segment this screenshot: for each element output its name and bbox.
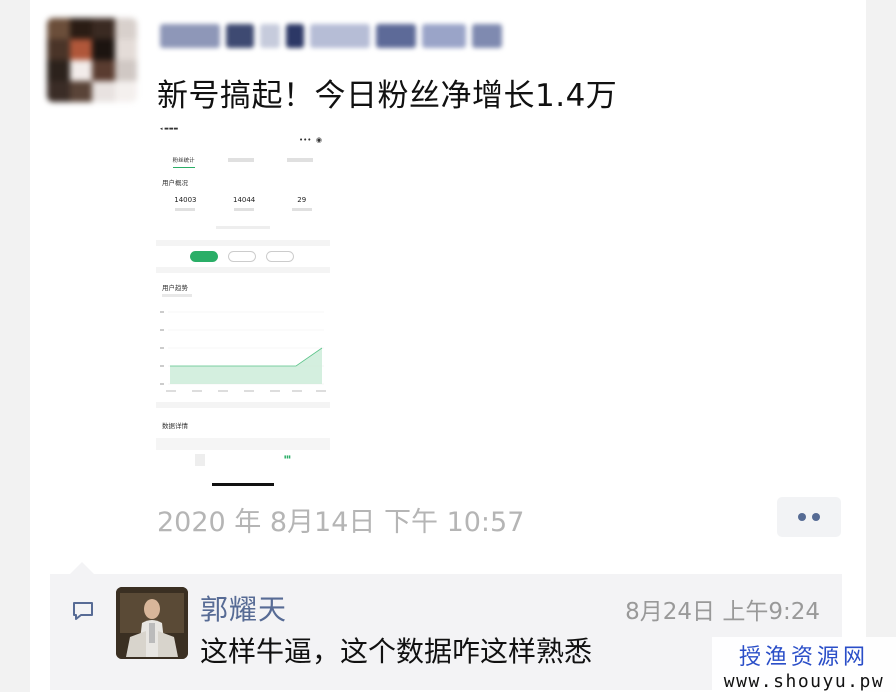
- shot-nav-item-placeholder: [195, 454, 206, 466]
- shot-pill: [266, 251, 294, 262]
- shot-tab-fans: 粉丝统计: [172, 156, 195, 168]
- shot-stat-value: 14003: [174, 196, 197, 204]
- shot-pill-active: [190, 251, 218, 262]
- commenter-name[interactable]: 郭耀天: [200, 588, 287, 628]
- shot-nav-chart-icon: ▮▮▮: [284, 454, 291, 459]
- commenter-avatar[interactable]: [116, 587, 188, 659]
- shot-trend-filter-placeholder: [162, 294, 192, 297]
- shot-stat: 29: [291, 196, 312, 211]
- more-dot-icon: [812, 513, 820, 521]
- shot-menu-icon: ••• ◉: [299, 136, 322, 144]
- comment-caret: [70, 562, 94, 574]
- shot-section-overview: 用户概况: [162, 179, 188, 187]
- shot-table-header: [156, 438, 330, 450]
- watermark-cn: 授渔资源网: [738, 645, 869, 670]
- shot-stat-value: 14044: [232, 196, 256, 204]
- shot-stat-value: 29: [297, 196, 307, 204]
- post-timestamp: 2020 年 8月14日 下午 10:57: [157, 507, 525, 538]
- shot-tabs: 粉丝统计: [156, 156, 330, 168]
- comment-bubble-icon: [73, 602, 93, 620]
- shot-pills: [190, 251, 294, 262]
- poster-avatar[interactable]: [47, 18, 137, 102]
- post-image-stats-screenshot[interactable]: ◂ ▬▬▬ ••• ◉ 粉丝统计 用户概况 14003 14044 29 用户趋…: [156, 122, 330, 484]
- post-text: 新号搞起！今日粉丝净增长1.4万: [157, 78, 618, 114]
- shot-stats: 14003 14044 29: [156, 196, 330, 211]
- comment-time: 8月24日 上午9:24: [625, 599, 820, 625]
- shot-stat-label-placeholder: [291, 208, 312, 211]
- shot-section-trend: 用户趋势: [162, 284, 188, 292]
- image-page-indicator: [212, 483, 274, 486]
- shot-section-detail: 数据详情: [162, 422, 188, 430]
- watermark-url: www.shouyu.pw: [723, 671, 885, 692]
- shot-back-icon: ◂ ▬▬▬: [160, 126, 179, 132]
- shot-divider: [156, 267, 330, 273]
- shot-tab-3: [287, 158, 314, 162]
- shot-trend-chart: [160, 311, 326, 392]
- comment-text: 这样牛逼，这个数据咋这样熟悉: [200, 635, 593, 668]
- shot-bottom-nav: ▮▮▮: [156, 454, 330, 466]
- more-actions-button[interactable]: [777, 497, 841, 537]
- shot-pill: [228, 251, 256, 262]
- shot-divider: [156, 402, 330, 408]
- shot-stat-label-placeholder: [175, 208, 196, 211]
- shot-tab-2: [228, 158, 254, 162]
- poster-name-blurred[interactable]: [160, 22, 560, 50]
- shot-stat-label-placeholder: [234, 208, 255, 211]
- shot-divider: [156, 240, 330, 246]
- shot-stat: 14003: [174, 196, 197, 211]
- watermark: 授渔资源网 www.shouyu.pw: [712, 637, 896, 692]
- shot-note-placeholder: [216, 226, 270, 229]
- shot-stat: 14044: [233, 196, 255, 211]
- more-dot-icon: [798, 513, 806, 521]
